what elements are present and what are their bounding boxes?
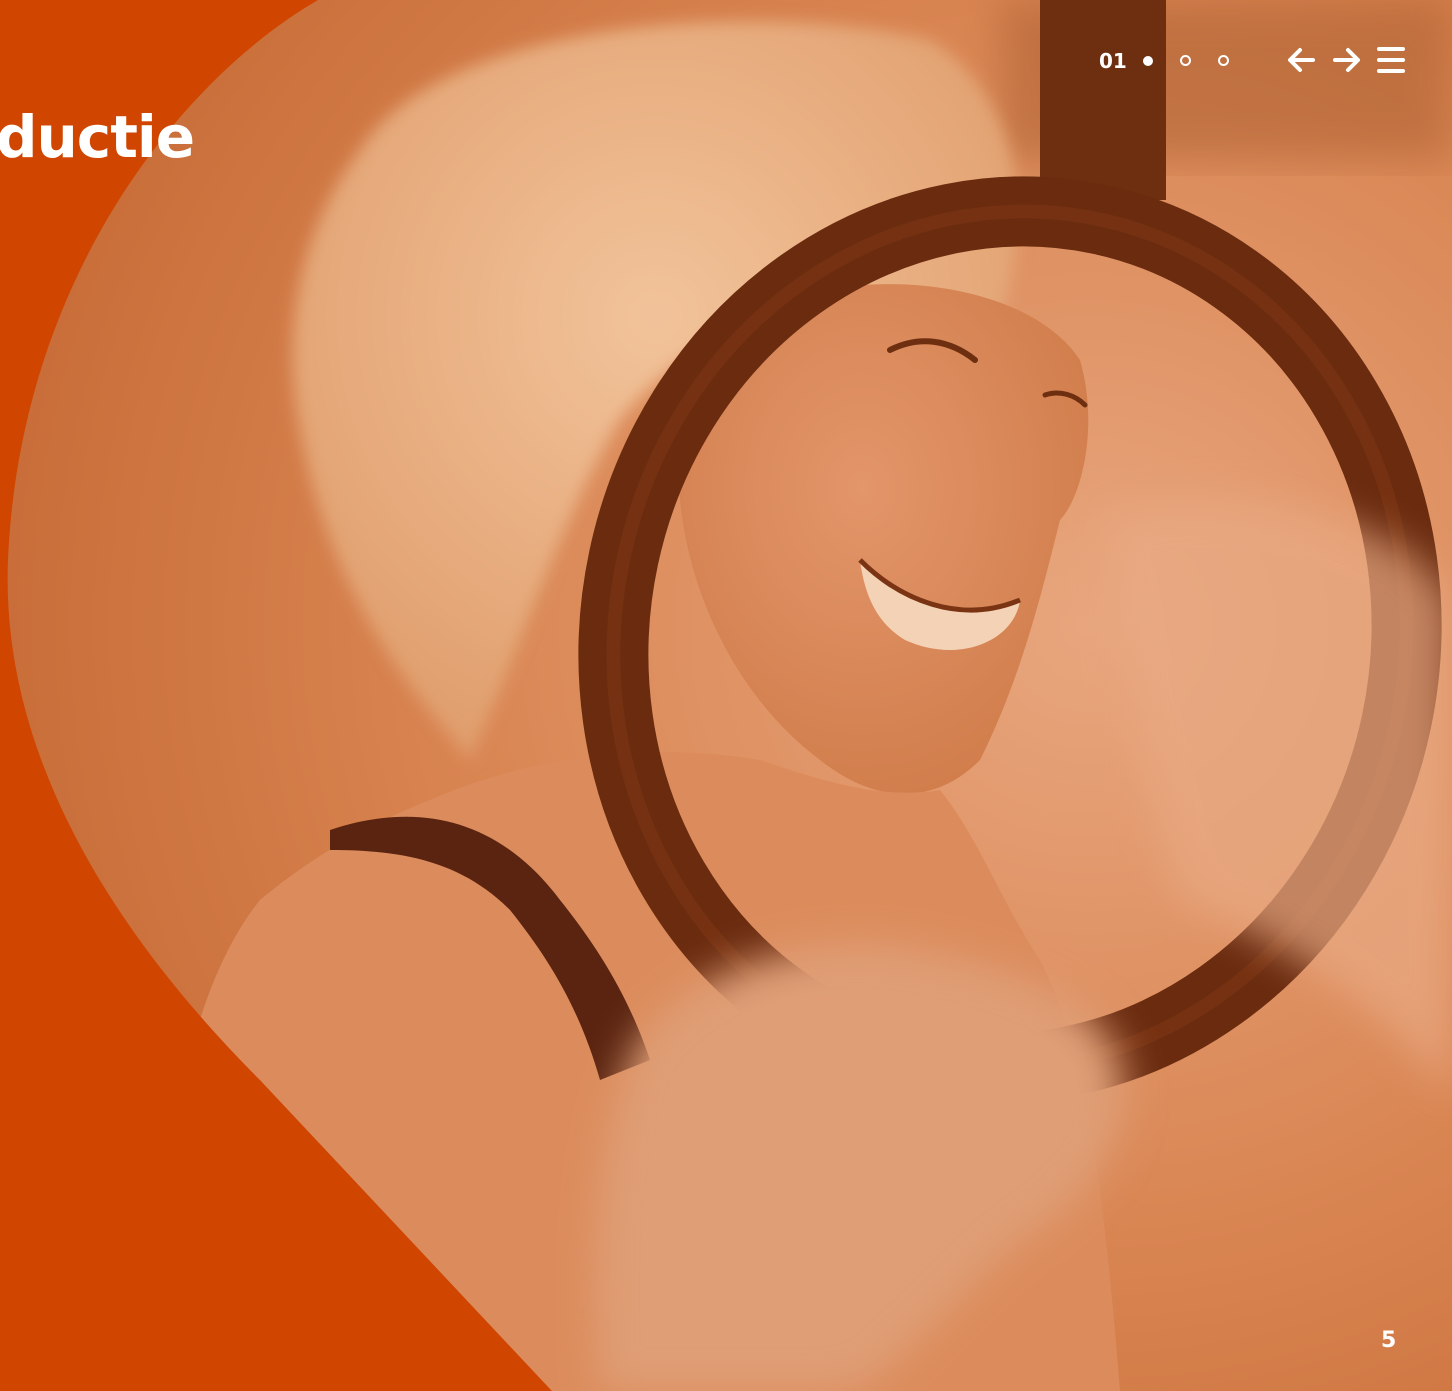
next-button[interactable] bbox=[1330, 42, 1364, 78]
slide-page: ductie 01 5 bbox=[0, 0, 1452, 1391]
previous-button[interactable] bbox=[1284, 42, 1318, 78]
page-counter: 01 bbox=[1099, 49, 1127, 73]
hero-photo bbox=[7, 0, 1452, 1391]
arrow-right-icon bbox=[1333, 48, 1360, 72]
page-title: ductie bbox=[0, 103, 195, 171]
pagination-dot-2[interactable] bbox=[1180, 55, 1191, 66]
pagination-dot-3[interactable] bbox=[1218, 55, 1229, 66]
menu-button[interactable] bbox=[1374, 42, 1408, 78]
page-number: 5 bbox=[1381, 1328, 1397, 1353]
hamburger-menu-icon bbox=[1377, 47, 1405, 73]
pagination-dot-1-active[interactable] bbox=[1143, 56, 1153, 66]
arrow-left-icon bbox=[1288, 48, 1315, 72]
